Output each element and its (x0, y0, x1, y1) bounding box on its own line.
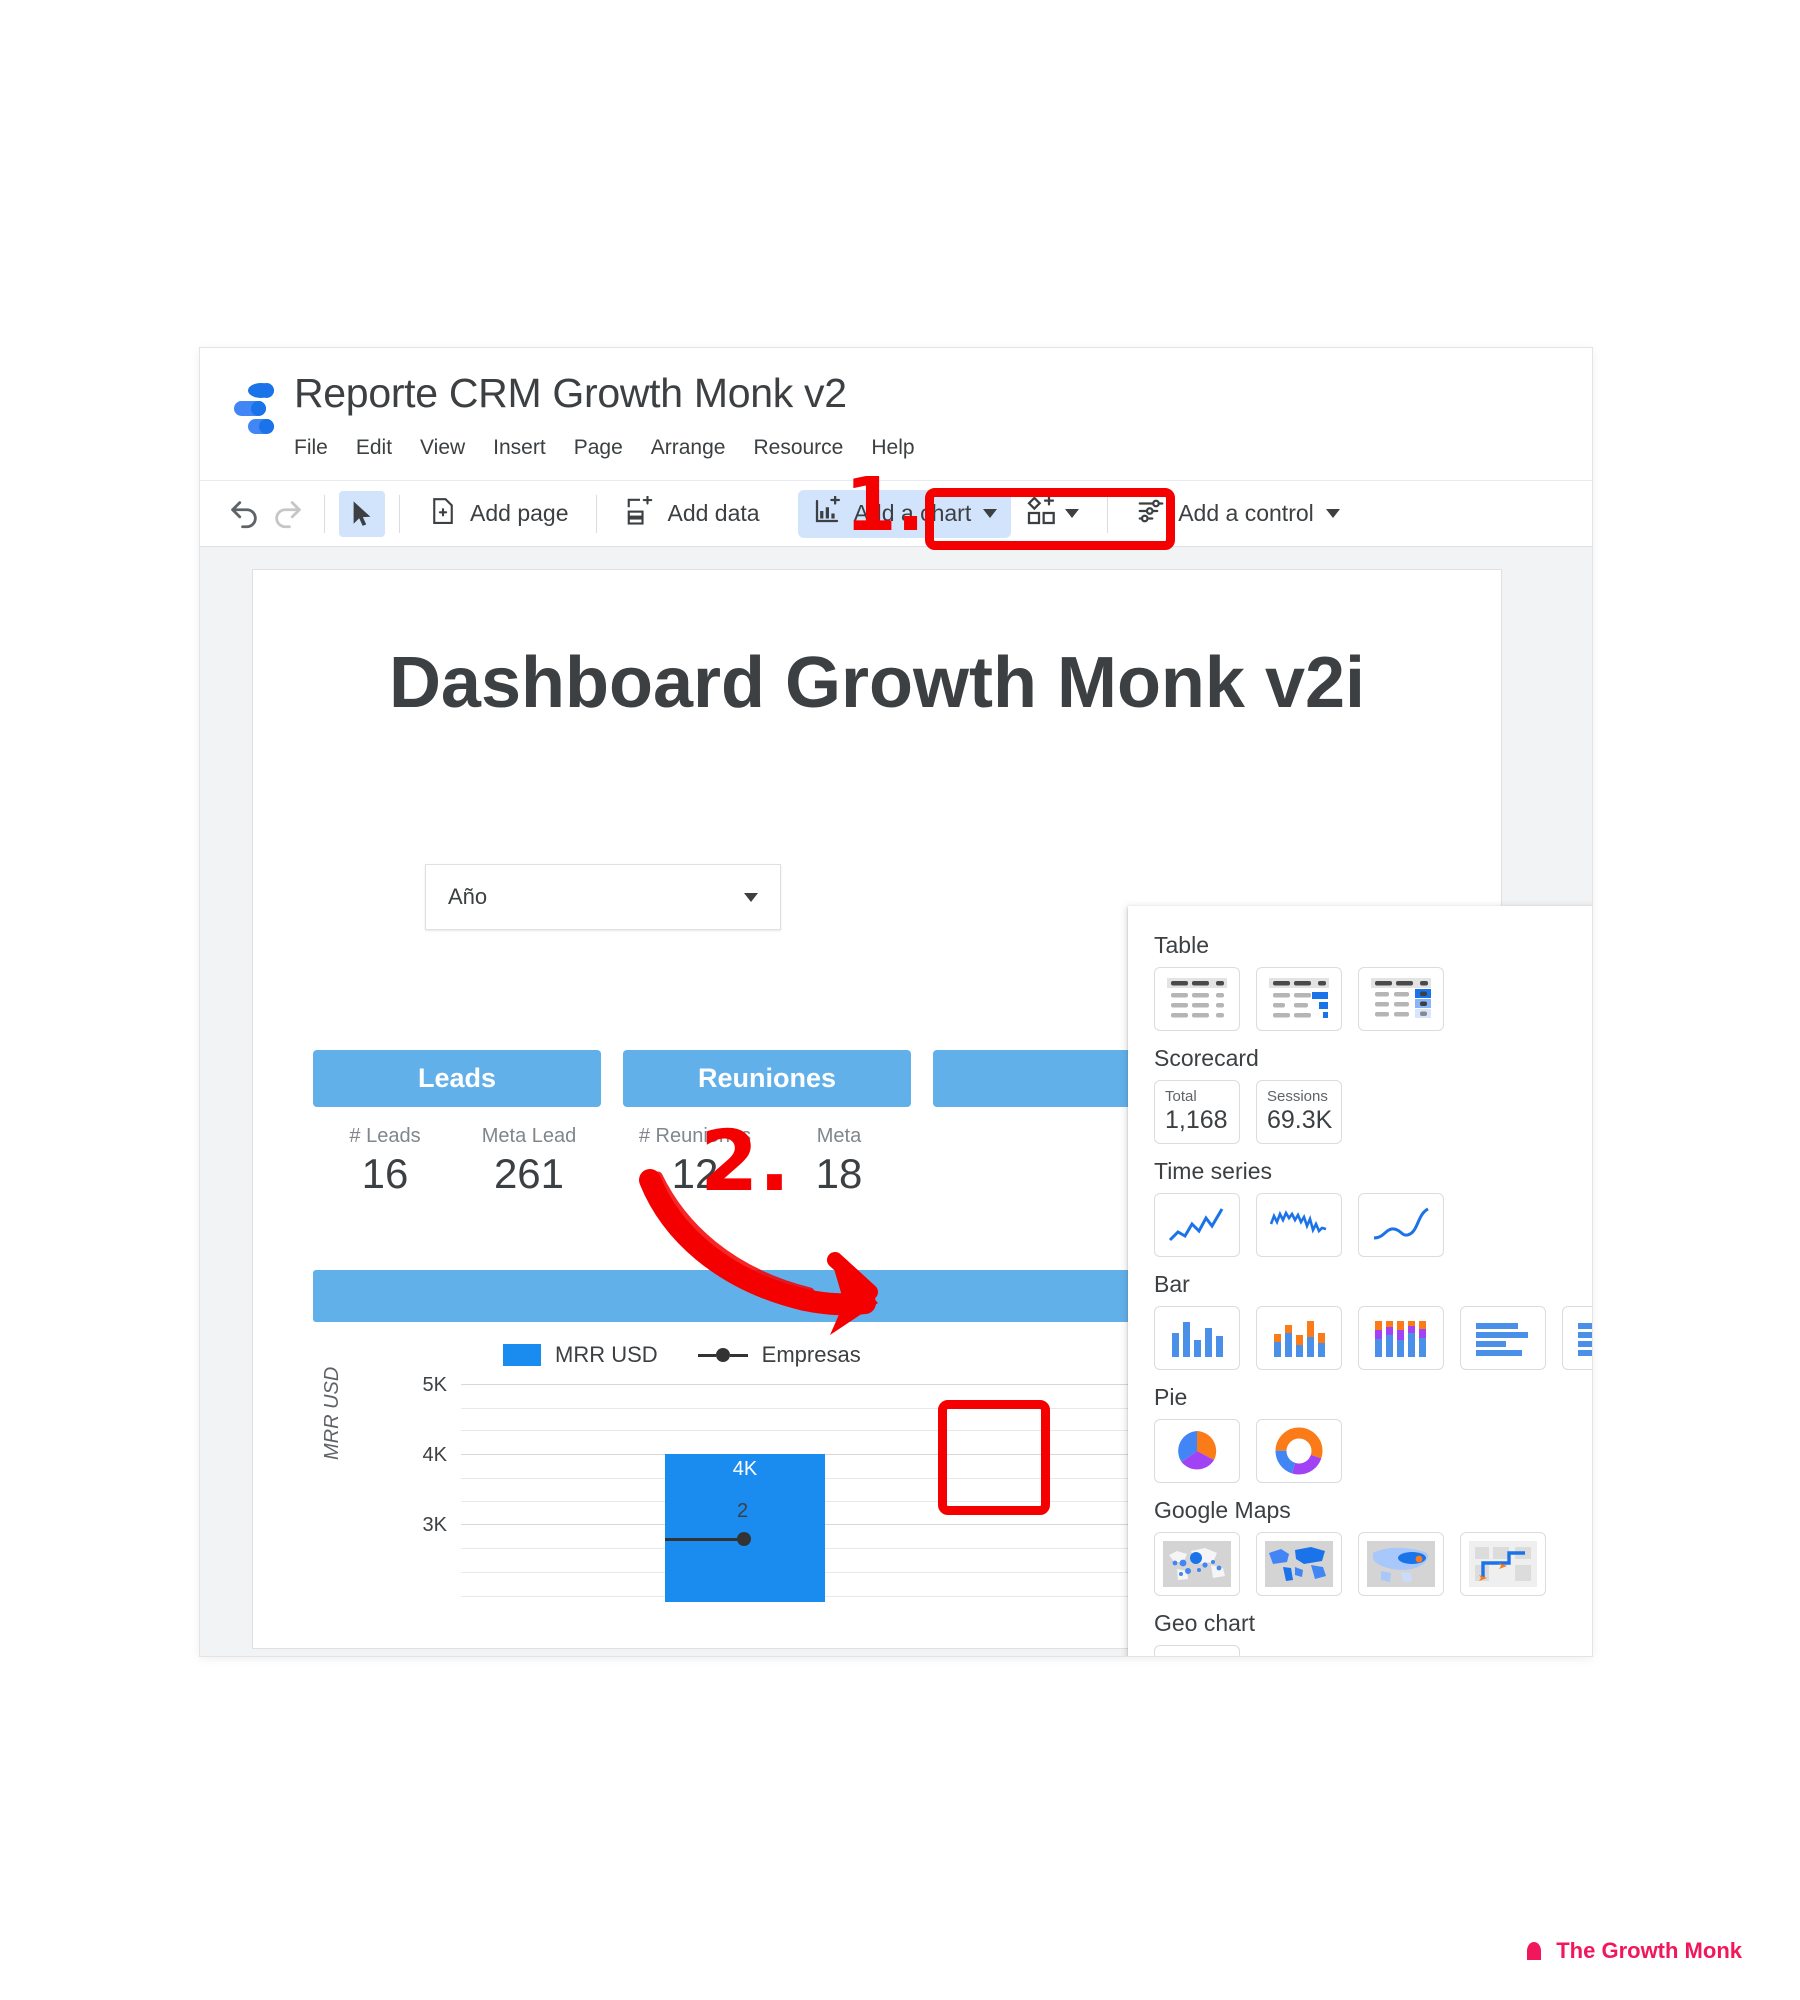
menu-page[interactable]: Page (574, 432, 641, 464)
scorecard-leads-header: Leads (313, 1050, 601, 1107)
menu-file[interactable]: File (294, 432, 346, 464)
menu-row-bar (1128, 1306, 1592, 1376)
pie-chart-icon[interactable] (1154, 1419, 1240, 1483)
menu-view[interactable]: View (420, 432, 483, 464)
metric-meta-lead-value: 261 (493, 1150, 565, 1197)
menu-section-geo-chart: Geo chart (1154, 1610, 1255, 1636)
metric-meta-lead-label: Meta Lead (481, 1125, 577, 1147)
report-heading: Dashboard Growth Monk v2i (388, 643, 1366, 723)
stacked-column-icon[interactable] (1256, 1306, 1342, 1370)
add-page-button[interactable]: Add page (414, 490, 582, 538)
scorecard-leads[interactable]: Leads # Leads 16 Meta Lead 261 (313, 1050, 601, 1198)
line-point-label: 2 (737, 1500, 749, 1522)
menubar: File Edit View Insert Page Arrange Resou… (294, 432, 943, 464)
scorecard-chip-total-value: 1,168 (1165, 1106, 1228, 1135)
annotation-highlight-line (938, 1400, 1050, 1515)
toolbar-divider (324, 494, 325, 533)
metric-meta-lead: Meta Lead 261 (457, 1107, 601, 1198)
map-filled-icon[interactable] (1256, 1532, 1342, 1596)
stacked-100-column-icon[interactable] (1358, 1306, 1444, 1370)
add-data-label: Add data (667, 500, 760, 526)
stacked-bar-icon[interactable] (1562, 1306, 1592, 1370)
menu-row-google-maps (1128, 1532, 1592, 1602)
cursor-tool-button[interactable] (339, 490, 385, 537)
metric-num-leads-value: 16 (361, 1150, 409, 1197)
metric-num-leads: # Leads 16 (313, 1107, 457, 1198)
legend-bar-label: MRR USD (555, 1342, 658, 1367)
menu-section-scorecard: Scorecard (1154, 1045, 1259, 1071)
y-tick-5k: 5K (422, 1374, 447, 1396)
year-filter-control[interactable]: Año (425, 864, 781, 930)
legend-line-label: Empresas (761, 1342, 861, 1367)
add-data-icon (625, 494, 655, 532)
toolbar-divider-2 (399, 494, 400, 533)
table-bar-icon[interactable] (1256, 967, 1342, 1031)
scorecard-chip-sessions-label: Sessions (1267, 1087, 1328, 1105)
column-chart-icon[interactable] (1154, 1306, 1240, 1370)
add-control-label: Add a control (1178, 500, 1314, 526)
add-page-label: Add page (470, 500, 569, 526)
redo-icon[interactable] (266, 492, 310, 536)
menu-arrange[interactable]: Arrange (651, 432, 744, 464)
geo-chart-icon[interactable] (1154, 1645, 1240, 1656)
menu-resource[interactable]: Resource (753, 432, 861, 464)
menu-row-geo-chart (1128, 1645, 1592, 1656)
menu-edit[interactable]: Edit (356, 432, 410, 464)
annotation-highlight-add-chart (925, 488, 1175, 550)
looker-studio-logo-icon (228, 380, 280, 436)
metric-num-leads-label: # Leads (349, 1125, 421, 1147)
toolbar-divider-3 (596, 494, 598, 533)
bar-mrr-1[interactable]: 4K (665, 1454, 825, 1602)
legend-line-swatch (697, 1348, 748, 1362)
annotation-step-2-number: 2. (700, 1112, 791, 1210)
menu-row-time-series (1128, 1193, 1592, 1263)
y-tick-3k: 3K (422, 1514, 447, 1536)
growth-monk-logo-icon (1522, 1940, 1546, 1962)
brand-footer: The Growth Monk (1522, 1938, 1742, 1964)
year-filter-value: Año (448, 884, 488, 909)
undo-icon[interactable] (222, 492, 266, 536)
table-plain-icon[interactable] (1154, 967, 1240, 1031)
scorecard-chip-sessions-value: 69.3K (1267, 1106, 1333, 1135)
bar-value-label: 4K (732, 1458, 758, 1480)
add-control-chevron-down-icon (1325, 509, 1340, 518)
map-route-icon[interactable] (1460, 1532, 1546, 1596)
menu-section-bar: Bar (1154, 1271, 1190, 1297)
brand-name: The Growth Monk (1556, 1938, 1742, 1963)
add-chart-dropdown-menu[interactable]: Table Scorecard Total 1,168 Sessions 69.… (1128, 906, 1592, 1656)
donut-chart-icon[interactable] (1256, 1419, 1342, 1483)
annotation-step-1-number: 1. (845, 462, 925, 548)
scorecard-sessions-icon[interactable]: Sessions 69.3K (1256, 1080, 1342, 1144)
add-data-button[interactable]: Add data (611, 490, 773, 538)
legend-bar-swatch (503, 1344, 541, 1366)
menu-row-table (1128, 967, 1592, 1037)
document-title[interactable]: Reporte CRM Growth Monk v2 (294, 370, 847, 417)
menu-section-pie: Pie (1154, 1384, 1188, 1410)
filter-chevron-down-icon (744, 892, 758, 902)
menu-row-scorecard: Total 1,168 Sessions 69.3K (1128, 1080, 1592, 1150)
timeseries-dense-icon[interactable] (1256, 1193, 1342, 1257)
scorecard-total-icon[interactable]: Total 1,168 (1154, 1080, 1240, 1144)
table-heatmap-icon[interactable] (1358, 967, 1444, 1031)
scorecard-chip-total-label: Total (1165, 1087, 1197, 1105)
add-chart-icon (812, 494, 842, 532)
menu-section-time-series: Time series (1154, 1158, 1272, 1184)
y-tick-4k: 4K (422, 1444, 447, 1466)
timeseries-line-icon[interactable] (1154, 1193, 1240, 1257)
map-bubble-icon[interactable] (1154, 1532, 1240, 1596)
screenshot-root: Reporte CRM Growth Monk v2 File Edit Vie… (0, 0, 1800, 2000)
timeseries-smooth-icon[interactable] (1358, 1193, 1444, 1257)
menu-insert[interactable]: Insert (493, 432, 564, 464)
line-segment (665, 1538, 745, 1541)
add-page-icon (428, 496, 458, 532)
bar-chart-icon[interactable] (1460, 1306, 1546, 1370)
menu-section-google-maps: Google Maps (1154, 1497, 1291, 1523)
scorecard-reuniones-header: Reuniones (623, 1050, 911, 1107)
menu-row-pie (1128, 1419, 1592, 1489)
menu-section-table: Table (1154, 932, 1209, 958)
menu-help[interactable]: Help (871, 432, 932, 464)
y-axis-title: MRR USD (321, 1366, 343, 1460)
map-heat-icon[interactable] (1358, 1532, 1444, 1596)
